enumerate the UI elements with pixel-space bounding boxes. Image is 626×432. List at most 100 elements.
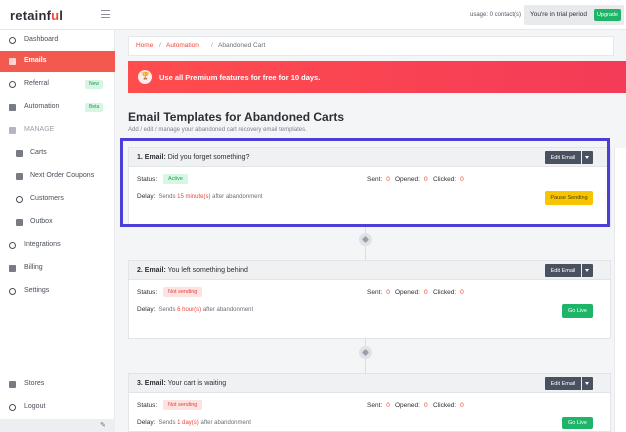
- tag-icon: [359, 346, 372, 359]
- new-badge: New: [85, 80, 104, 89]
- sidebar-item-automation[interactable]: Automation Beta: [0, 97, 115, 118]
- app-logo[interactable]: retainful: [10, 8, 63, 23]
- sidebar-item-dashboard[interactable]: Dashboard: [0, 30, 115, 51]
- trial-text: You're in trial period: [530, 11, 588, 18]
- sidebar-item-label: Billing: [24, 264, 43, 271]
- sent-label: Sent:: [367, 402, 383, 409]
- chevron-down-icon[interactable]: [582, 264, 593, 277]
- edit-email-button[interactable]: Edit Email: [545, 377, 581, 390]
- stores-icon: [9, 381, 16, 388]
- sent-stat: Sent: 0: [367, 402, 390, 409]
- opened-value: 0: [423, 289, 428, 296]
- sidebar-item-referral[interactable]: Referral New: [0, 74, 115, 95]
- delay-suffix: after abandonment: [202, 307, 254, 313]
- go-live-button[interactable]: Go Live: [562, 417, 593, 429]
- clicked-stat: Clicked: 0: [433, 289, 464, 296]
- breadcrumb-current: Abandoned Cart: [218, 42, 266, 49]
- card-body: Status: Not sending Sent: 0 Opened: 0 Click…: [128, 280, 611, 339]
- top-header: retainful usage: 0 contact(s) You're in …: [0, 0, 626, 30]
- sidebar-item-label: Stores: [24, 380, 45, 387]
- template-subject: You left something behind: [167, 267, 248, 274]
- status-badge: Not sending: [163, 287, 203, 297]
- logout-icon: [9, 404, 16, 411]
- trophy-icon: [138, 70, 152, 84]
- sidebar-item-billing[interactable]: Billing: [0, 258, 115, 279]
- customers-icon: [16, 196, 23, 203]
- logo-text-end: l: [59, 8, 64, 23]
- sidebar-item-label: Dashboard: [24, 36, 59, 43]
- delay-row: Delay: Sends 6 hour(s) after abandonment: [137, 306, 253, 313]
- sidebar-item-label: Integrations: [24, 241, 61, 248]
- sidebar: Dashboard Emails Referral New Automation…: [0, 30, 115, 432]
- delay-text: Sends 6 hour(s) after abandonment: [158, 307, 253, 313]
- card-header: 3. Email: Your cart is waiting Edit Emai…: [128, 373, 611, 393]
- opened-label: Opened:: [395, 402, 420, 409]
- sidebar-item-logout[interactable]: Logout: [0, 397, 115, 418]
- breadcrumb: Home / Automation / Abandoned Cart: [128, 36, 614, 56]
- card-header: 2. Email: You left something behind Edit…: [128, 260, 611, 280]
- clicked-label: Clicked:: [433, 289, 457, 296]
- settings-icon: [9, 288, 16, 295]
- sidebar-item-label: Next Order Coupons: [30, 172, 95, 179]
- automation-icon: [9, 104, 16, 111]
- go-live-button[interactable]: Go Live: [562, 304, 593, 318]
- status-label: Status:: [137, 289, 158, 296]
- right-panel-edge: [614, 148, 626, 432]
- sent-value: 0: [386, 402, 390, 409]
- pencil-icon[interactable]: ✎: [100, 421, 106, 429]
- sidebar-item-stores[interactable]: Stores: [0, 374, 115, 395]
- clicked-label: Clicked:: [433, 402, 457, 409]
- status-label: Status:: [137, 402, 158, 409]
- integrations-icon: [9, 242, 16, 249]
- breadcrumb-home[interactable]: Home: [136, 42, 153, 49]
- sidebar-item-integrations[interactable]: Integrations: [0, 235, 115, 256]
- template-subject: Your cart is waiting: [167, 380, 227, 387]
- email-template-card: 3. Email: Your cart is waiting Edit Emai…: [128, 373, 611, 432]
- status-row: Status: Not sending: [137, 400, 203, 410]
- delay-prefix: Sends: [158, 307, 176, 313]
- tag-icon: [359, 233, 372, 246]
- sidebar-item-customers[interactable]: Customers: [0, 189, 115, 210]
- breadcrumb-automation[interactable]: Automation: [166, 42, 199, 49]
- sent-stat: Sent: 0: [367, 289, 390, 296]
- opened-stat: Opened: 0: [395, 402, 428, 409]
- sidebar-section-manage: MANAGE: [0, 120, 115, 141]
- upgrade-button[interactable]: Upgrade: [594, 9, 621, 21]
- edit-email-button[interactable]: Edit Email: [545, 264, 581, 277]
- opened-value: 0: [423, 402, 428, 409]
- sidebar-item-outbox[interactable]: Outbox: [0, 212, 115, 233]
- coupon-icon: [16, 173, 23, 180]
- cart-icon: [16, 150, 23, 157]
- sidebar-item-label: Customers: [30, 195, 64, 202]
- sidebar-item-label: Logout: [24, 403, 46, 410]
- delay-suffix: after abandonment: [200, 420, 251, 426]
- template-title: 2. Email: You left something behind: [137, 267, 248, 274]
- delay-text: Sends 1 day(s) after abandonment: [158, 420, 250, 426]
- outbox-icon: [16, 219, 23, 226]
- sidebar-item-label: MANAGE: [24, 126, 55, 133]
- sidebar-item-emails[interactable]: Emails: [0, 51, 115, 72]
- delay-prefix: Sends: [158, 420, 176, 426]
- card-body: Status: Not sending Sent: 0 Opened: 0 Click…: [128, 393, 611, 432]
- main-content: Home / Automation / Abandoned Cart Use a…: [115, 30, 626, 432]
- email-template-card: 2. Email: You left something behind Edit…: [128, 260, 611, 339]
- sidebar-footer: ✎: [0, 419, 115, 432]
- sidebar-item-label: Automation: [24, 103, 60, 110]
- opened-stat: Opened: 0: [395, 289, 428, 296]
- sent-value: 0: [386, 289, 390, 296]
- breadcrumb-separator: /: [159, 42, 161, 49]
- template-number: 3. Email:: [137, 380, 166, 387]
- menu-toggle-icon[interactable]: [101, 10, 110, 18]
- logo-text: retainf: [10, 8, 52, 23]
- clicked-value: 0: [460, 289, 464, 296]
- sidebar-item-carts[interactable]: Carts: [0, 143, 115, 164]
- sidebar-item-coupons[interactable]: Next Order Coupons: [0, 166, 115, 187]
- sidebar-item-settings[interactable]: Settings: [0, 281, 115, 302]
- chevron-down-icon[interactable]: [582, 377, 593, 390]
- banner-text: Use all Premium features for free for 10…: [159, 73, 321, 82]
- usage-counter: usage: 0 contact(s): [470, 12, 522, 18]
- premium-banner[interactable]: Use all Premium features for free for 10…: [128, 61, 626, 93]
- clicked-value: 0: [460, 402, 464, 409]
- page-title: Email Templates for Abandoned Carts: [128, 110, 345, 124]
- delay-value: 1 day(s): [177, 420, 199, 426]
